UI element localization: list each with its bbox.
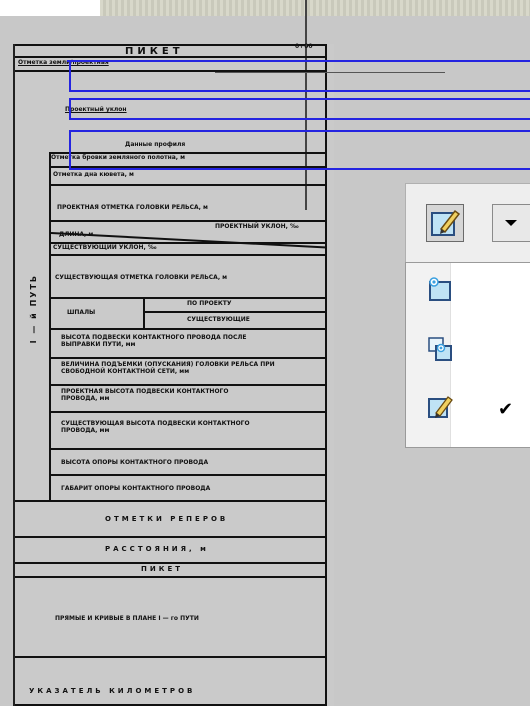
row-divider: [15, 656, 327, 658]
row-divider: [51, 448, 327, 450]
menu-item-new-sheet[interactable]: [418, 271, 528, 311]
row-divider: [15, 562, 327, 564]
row-divider: [51, 474, 327, 476]
row-divider: [143, 311, 327, 313]
canvas-edge: [0, 0, 100, 16]
row-bottom: Отметка дна кювета, м: [53, 171, 134, 178]
selection-box[interactable]: [69, 98, 530, 120]
sheet-type-split-button[interactable]: [405, 183, 530, 263]
selection-box[interactable]: [69, 60, 530, 92]
menu-item-edit-sheet[interactable]: ✔: [418, 391, 528, 431]
row-divider: [15, 536, 327, 538]
row-divider: [51, 328, 327, 330]
row-sleepers-existing: СУЩЕСТВУЮЩИЕ: [187, 316, 250, 323]
side-label: I — й ПУТЬ: [29, 274, 38, 344]
row-existing: СУЩЕСТВУЮЩИЙ УКЛОН, ‰: [53, 244, 157, 251]
checkmark-icon: ✔: [498, 399, 514, 420]
row-divider: [15, 500, 327, 502]
row-existing-rail: СУЩЕСТВУЮЩАЯ ОТМЕТКА ГОЛОВКИ РЕЛЬСА, м: [55, 274, 228, 281]
row-divider: [15, 576, 327, 578]
row-grade-label: ПРОЕКТНЫЙ УКЛОН, ‰: [215, 223, 299, 230]
chevron-down-icon: [505, 220, 517, 226]
row-divider: [51, 254, 327, 256]
selection-box[interactable]: [69, 130, 530, 170]
row-wire-height: ВЫСОТА ПОДВЕСКИ КОНТАКТНОГО ПРОВОДА ПОСЛ…: [61, 334, 247, 349]
row-divider: [51, 220, 327, 222]
menu-item-copy-sheet[interactable]: [418, 331, 528, 371]
row-wire-design: ПРОЕКТНАЯ ВЫСОТА ПОДВЕСКИ КОНТАКТНОГО ПР…: [61, 388, 229, 403]
row-sleepers: ШПАЛЫ: [67, 309, 96, 316]
row-divider: [51, 297, 327, 299]
row-sleepers-design: ПО ПРОЕКТУ: [187, 300, 232, 307]
copy-sheet-sparkle-icon: [428, 337, 452, 361]
row-distances: РАССТОЯНИЯ, м: [105, 545, 209, 553]
row-divider: [51, 357, 327, 359]
row-lift: ВЕЛИЧИНА ПОДЪЕМКИ (ОПУСКАНИЯ) ГОЛОВКИ РЕ…: [61, 361, 275, 376]
new-sheet-sparkle-icon: [429, 277, 451, 301]
dropdown-arrow-button[interactable]: [492, 204, 530, 242]
row-wire-existing: СУЩЕСТВУЮЩАЯ ВЫСОТА ПОДВЕСКИ КОНТАКТНОГО…: [61, 420, 250, 435]
row-support-gauge: ГАБАРИТ ОПОРЫ КОНТАКТНОГО ПРОВОДА: [61, 485, 211, 492]
pencil-edit-tool-button[interactable]: [426, 204, 464, 242]
row-curves: ПРЯМЫЕ И КРИВЫЕ В ПЛАНЕ I — го ПУТИ: [55, 615, 199, 622]
row-km: УКАЗАТЕЛЬ КИЛОМЕТРОВ: [29, 687, 196, 695]
row-picket: ПИКЕТ: [141, 565, 183, 573]
row-divider: [15, 56, 327, 58]
row-divider: [51, 411, 327, 413]
row-divider: [51, 184, 327, 186]
top-texture-strip: [100, 0, 530, 16]
row-benchmarks: ОТМЕТКИ РЕПЕРОВ: [105, 515, 229, 523]
row-support-height: ВЫСОТА ОПОРЫ КОНТАКТНОГО ПРОВОДА: [61, 459, 209, 466]
row-rail-head: ПРОЕКТНАЯ ОТМЕТКА ГОЛОВКИ РЕЛЬСА, м: [57, 204, 208, 211]
crosshair-line: [215, 72, 445, 73]
row-divider: [51, 384, 327, 386]
side-bracket: [49, 152, 51, 500]
picket-number: 0+00: [295, 43, 313, 50]
sheet-type-menu: ✔: [405, 262, 530, 448]
profile-table: ПИКЕТ 0+00 Отметка земли/проектная Проек…: [13, 0, 530, 706]
pencil-edit-icon: [428, 396, 453, 418]
table-border-right: [325, 444, 327, 706]
pencil-edit-icon: [431, 209, 461, 236]
